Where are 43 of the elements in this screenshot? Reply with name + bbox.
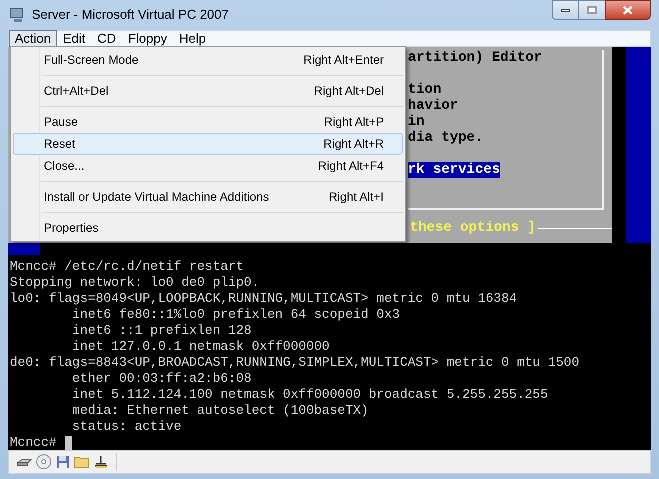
dialog-text: dia type. bbox=[408, 130, 484, 146]
terminal-line: ether 00:03:ff:a2:b6:08 bbox=[71, 371, 252, 387]
close-icon bbox=[623, 6, 633, 14]
minimize-button[interactable] bbox=[552, 0, 579, 20]
menu-item[interactable]: CD bbox=[92, 30, 122, 47]
menu-option[interactable]: Properties bbox=[13, 217, 403, 239]
terminal-line: lo0: flags=8049<UP,LOOPBACK,RUNNING,MULTICAST> metric 0 mtu 16384 bbox=[10, 291, 518, 307]
minimize-icon bbox=[561, 8, 570, 12]
window-title: Server - Microsoft Virtual PC 2007 bbox=[32, 6, 229, 24]
dialog-text: havior bbox=[408, 98, 458, 114]
maximize-button[interactable] bbox=[579, 0, 605, 20]
menu-option[interactable]: Full-Screen Mode Right Alt+Enter bbox=[13, 49, 403, 71]
terminal-line: inet 5.112.124.100 netmask 0xff000000 broadcast 5.255.255.255 bbox=[71, 387, 548, 403]
terminal-line: media: Ethernet autoselect (100baseTX) bbox=[71, 403, 369, 419]
menu-option[interactable]: Reset Right Alt+R bbox=[13, 133, 403, 155]
menu-item[interactable]: Edit bbox=[57, 30, 92, 47]
disc-icon[interactable] bbox=[36, 454, 52, 470]
network-icon[interactable] bbox=[93, 454, 109, 470]
close-button[interactable] bbox=[605, 0, 651, 20]
terminal-line: Mcncc# /etc/rc.d/netif restart bbox=[10, 259, 244, 275]
maximize-icon bbox=[587, 6, 597, 14]
menu-item[interactable]: Floppy bbox=[122, 30, 174, 47]
dialog-text: tion bbox=[408, 82, 442, 98]
terminal-line: de0: flags=8843<UP,BROADCAST,RUNNING,SIMPLEX,MULTICAST> metric 0 mtu 1500 bbox=[10, 355, 580, 371]
menu-item[interactable]: Action bbox=[9, 30, 58, 47]
dialog-text: rk services bbox=[408, 162, 500, 178]
screen-background bbox=[8, 243, 40, 255]
monitor-icon bbox=[10, 7, 26, 23]
dialog-text: in bbox=[408, 114, 425, 130]
dialog-hint: these options ] bbox=[410, 219, 536, 238]
terminal-line: inet6 ::1 prefixlen 128 bbox=[71, 323, 252, 339]
terminal-prompt: Mcncc# bbox=[10, 435, 57, 450]
menu-item[interactable]: Help bbox=[173, 30, 212, 47]
terminal-line: inet 127.0.0.1 netmask 0xff000000 bbox=[71, 339, 330, 355]
menu-option[interactable]: Close... Right Alt+F4 bbox=[13, 155, 403, 177]
text-cursor bbox=[64, 436, 72, 450]
dialog-text: artition) Editor bbox=[408, 50, 542, 66]
menu-option[interactable]: Ctrl+Alt+Del Right Alt+Del bbox=[13, 80, 403, 102]
terminal-line: inet6 fe80::1%lo0 prefixlen 64 scopeid 0x3 bbox=[71, 307, 400, 323]
terminal-line: Stopping network: lo0 de0 plip0. bbox=[10, 275, 260, 291]
terminal-line: status: active bbox=[71, 419, 182, 435]
menu-option[interactable]: Pause Right Alt+P bbox=[13, 111, 403, 133]
menu-option[interactable]: Install or Update Virtual Machine Additions Right Alt+I bbox=[13, 186, 403, 208]
